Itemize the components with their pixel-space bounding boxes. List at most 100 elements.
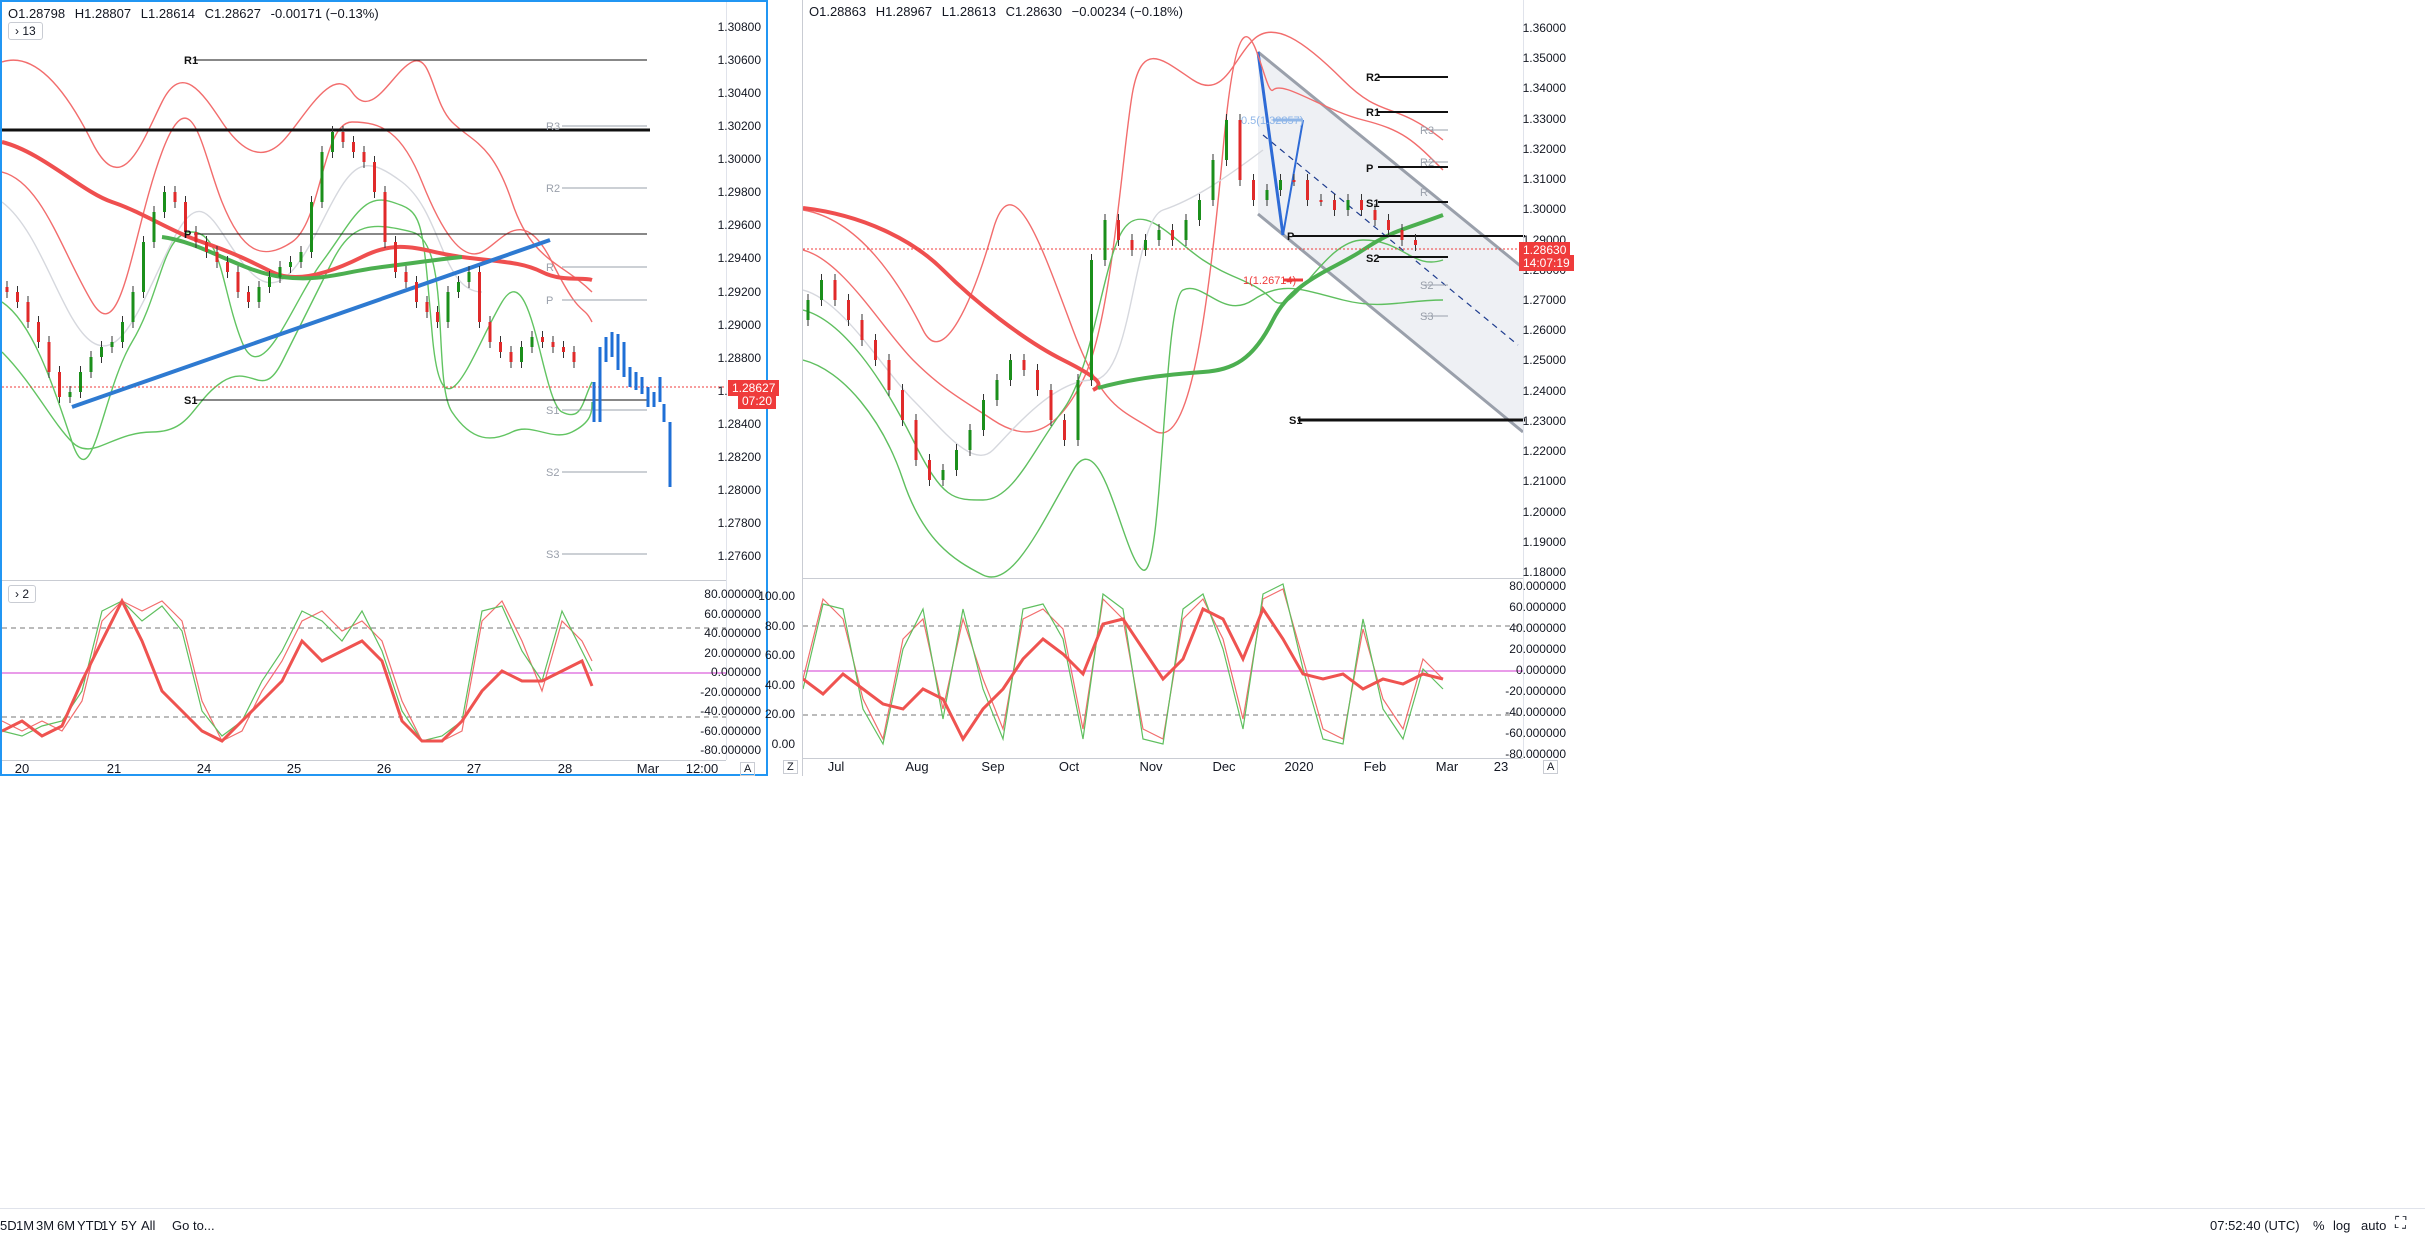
svg-text:0.5(1.32857): 0.5(1.32857) (1241, 115, 1303, 127)
left-price-chart[interactable]: R1 P S1 R3 R2 R P S1 S2 S3 (2, 2, 726, 580)
left-osc-tick: -20.000000 (700, 684, 761, 699)
candle (1130, 240, 1134, 250)
bottom-toolbar: 5D 1M 3M 6M YTD 1Y 5Y All Go to... 07:52:40 (UT… (0, 1208, 2425, 1241)
candle (860, 320, 864, 340)
left-price-tick: 1.30400 (717, 86, 761, 101)
right-osc-left-tick: 40.00 (764, 677, 795, 692)
right-price-axis[interactable]: 1.36000 1.35000 1.34000 1.33000 1.32000 1.310… (1522, 0, 1574, 579)
right-chart-pane[interactable]: R2 R1 R3 R2 P R S1 P S2 S2 S3 S1 0.5(1.3… (758, 0, 2425, 776)
auto-toggle[interactable]: auto (2361, 1218, 2386, 1233)
left-oscillator-pane[interactable]: › 2 (1, 580, 726, 761)
right-osc-tick: 40.000000 (1509, 621, 1566, 635)
right-axis-auto-button[interactable]: A (1543, 760, 1559, 774)
candle (352, 142, 355, 152)
svg-text:S1: S1 (1366, 198, 1379, 210)
left-price-tick: 1.30000 (717, 152, 761, 167)
left-price-axis[interactable]: 1.30800 1.30600 1.30400 1.30200 1.30000 1.298… (718, 2, 769, 580)
fullscreen-icon[interactable]: ⛶ (2395, 1215, 2406, 1233)
percent-toggle[interactable]: % (2313, 1218, 2325, 1233)
clock-label: 07:52:40 (UTC) (2210, 1218, 2300, 1233)
svg-text:R1: R1 (1366, 107, 1380, 119)
candle (152, 212, 156, 242)
log-toggle[interactable]: log (2333, 1218, 2350, 1233)
right-z-chip[interactable]: Z (783, 760, 798, 774)
left-price-tick: 1.30800 (717, 20, 761, 34)
right-osc-tick: 20.000000 (1509, 642, 1566, 656)
left-osc-toggle[interactable]: › 2 (8, 585, 37, 603)
candle (68, 392, 72, 397)
left-indicator-toggle[interactable]: › 13 (8, 22, 43, 40)
chevron-right-icon: › (15, 587, 19, 601)
right-oscillator-pane[interactable] (802, 578, 1523, 759)
candle (1090, 260, 1093, 380)
range-button-all[interactable]: All (141, 1218, 155, 1233)
right-price-tick: 1.24000 (1522, 383, 1566, 398)
range-button-5d[interactable]: 5D (0, 1218, 17, 1233)
left-osc-tick: -40.000000 (700, 704, 761, 718)
left-time-axis[interactable]: 20 21 24 25 26 27 28 Mar 12:00 (2, 760, 726, 777)
right-x-tick: Oct (1058, 759, 1080, 774)
candle (394, 242, 397, 272)
candle (1171, 230, 1174, 240)
candle (1319, 200, 1323, 202)
candle (1211, 160, 1215, 200)
range-button-1m[interactable]: 1M (16, 1218, 34, 1233)
candle (436, 312, 439, 322)
candle (341, 132, 345, 142)
svg-text:R1: R1 (184, 55, 198, 67)
right-price-tick: 1.31000 (1522, 172, 1566, 187)
right-price-tick: 1.36000 (1522, 21, 1566, 35)
candle (457, 282, 460, 292)
svg-text:S2: S2 (1420, 280, 1433, 292)
candle (131, 292, 135, 322)
open-value: O1.28798 (8, 6, 66, 21)
candle (499, 342, 502, 352)
left-axis-auto-button[interactable]: A (740, 762, 756, 776)
right-x-tick: 2020 (1284, 759, 1314, 774)
candle (89, 357, 93, 372)
candle (551, 342, 555, 347)
candle (806, 300, 810, 320)
svg-text:P: P (1287, 231, 1294, 243)
candle (47, 342, 51, 372)
range-button-3m[interactable]: 3M (36, 1218, 54, 1233)
candle (37, 322, 40, 342)
range-button-ytd[interactable]: YTD (77, 1218, 103, 1233)
candle (995, 380, 999, 400)
candle (278, 267, 282, 277)
right-price-tick: 1.33000 (1522, 111, 1566, 126)
candle (1373, 210, 1377, 220)
right-time-axis[interactable]: Jul Aug Sep Oct Nov Dec 2020 Feb Mar 23 (803, 758, 1523, 775)
left-chart-pane[interactable]: R1 P S1 R3 R2 R P S1 S2 S3 O1.28798 H1.2… (0, 0, 780, 777)
svg-text:P: P (546, 295, 553, 307)
range-button-6m[interactable]: 6M (57, 1218, 75, 1233)
right-osc-left-tick: 60.00 (764, 648, 795, 663)
candle (446, 292, 450, 322)
svg-text:P: P (184, 229, 191, 241)
candle (1063, 420, 1066, 440)
range-button-1y[interactable]: 1Y (101, 1218, 117, 1233)
candle (1414, 240, 1417, 245)
left-osc-tick: 60.000000 (704, 606, 761, 621)
candle (1346, 200, 1350, 210)
candle (1157, 230, 1161, 240)
right-price-chart[interactable]: R2 R1 R3 R2 P R S1 P S2 S2 S3 S1 0.5(1.3… (803, 0, 1525, 578)
right-osc-left-axis[interactable]: 100.00 80.00 60.00 40.00 20.00 0.00 (758, 578, 803, 758)
candle (299, 252, 303, 262)
range-button-5y[interactable]: 5Y (121, 1218, 137, 1233)
right-osc-left-tick: 20.00 (764, 707, 795, 722)
candle (362, 152, 366, 162)
candle (887, 360, 891, 390)
goto-button[interactable]: Go to... (172, 1218, 215, 1233)
candle (982, 400, 985, 430)
chevron-right-icon: › (15, 24, 19, 38)
candle (184, 202, 187, 232)
candle (173, 192, 177, 202)
right-osc-tick: -60.000000 (1505, 726, 1566, 740)
candle (562, 347, 565, 352)
low-value: L1.28614 (140, 6, 195, 21)
candle (331, 132, 334, 152)
left-price-tick: 1.29800 (717, 185, 761, 200)
right-osc-axis[interactable]: 80.000000 60.000000 40.000000 20.000000 0.00… (1505, 578, 1574, 761)
candle (467, 272, 471, 282)
